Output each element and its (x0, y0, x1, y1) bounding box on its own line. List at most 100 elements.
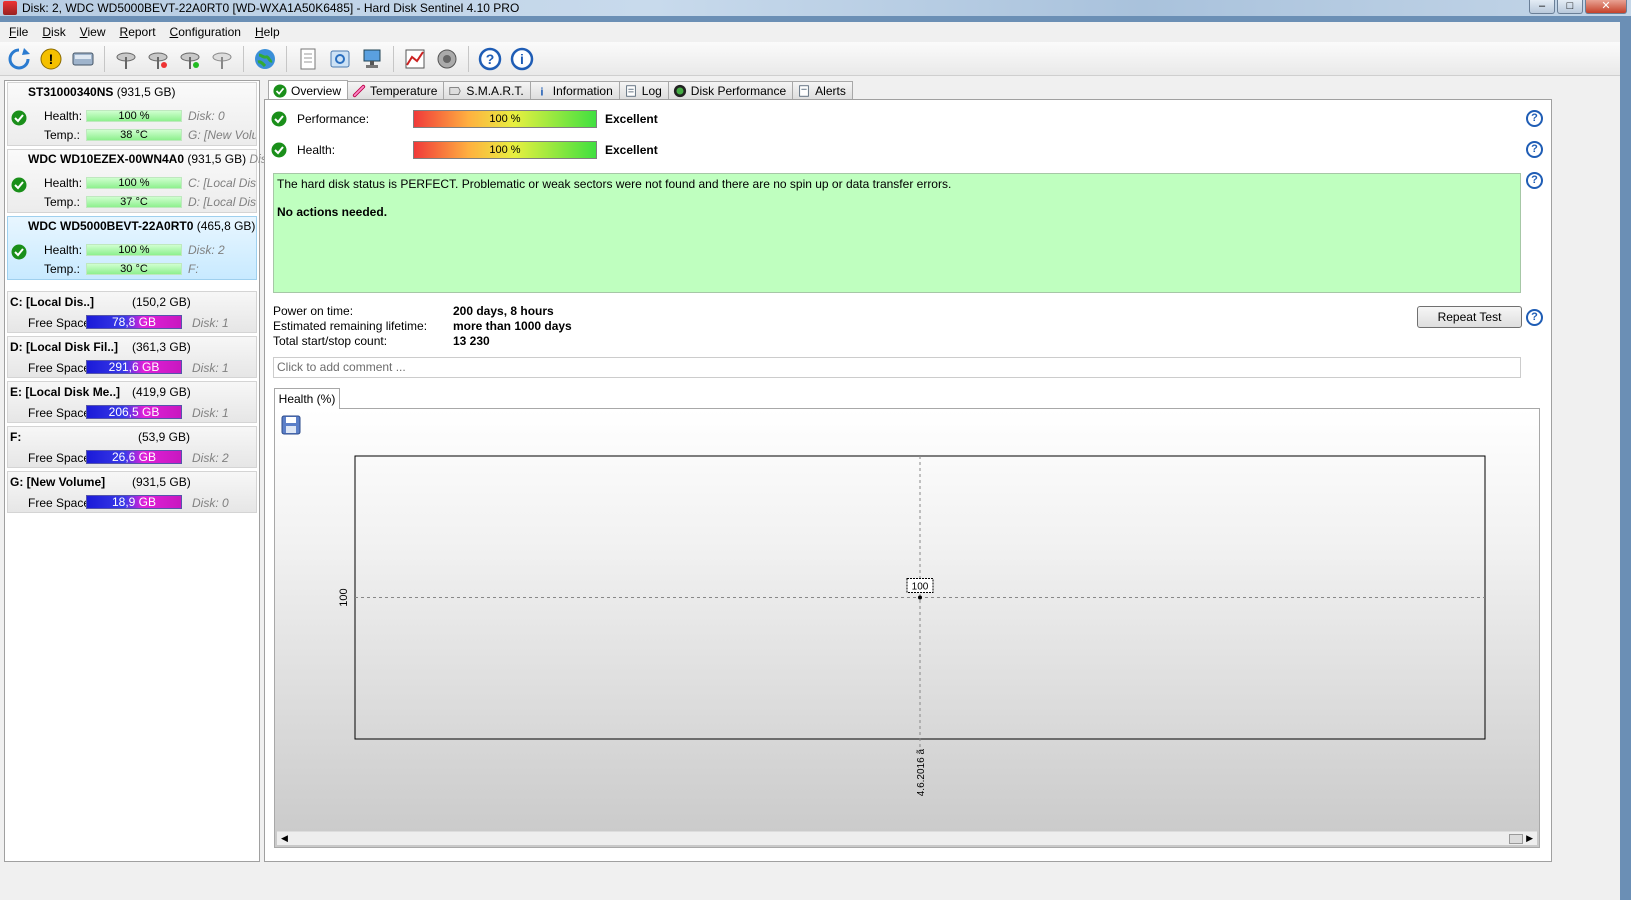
volume-item[interactable]: C: [Local Dis..] (150,2 GB) Free Space 7… (7, 291, 257, 333)
disk-side-info: G: [New Volu (188, 128, 256, 142)
scroll-right-icon[interactable]: ▶ (1526, 833, 1533, 844)
help-icon[interactable]: ? (1526, 309, 1543, 326)
tab-label: Alerts (815, 84, 846, 98)
health-label: Health: (44, 109, 83, 123)
disk-name-line: WDC WD5000BEVT-22A0RT0 (465,8 GB) (28, 219, 255, 233)
sync-icon[interactable] (327, 46, 353, 72)
report-icon[interactable] (295, 46, 321, 72)
menu-bar: File Disk View Report Configuration Help (0, 22, 1620, 42)
tab-label: Overview (291, 83, 342, 98)
disk-item[interactable]: ST31000340NS (931,5 GB) Health: 100 % Di… (7, 82, 257, 146)
svg-text:i: i (520, 51, 524, 67)
temp-bar: 38 °C (86, 129, 182, 141)
help-icon[interactable]: ? (1526, 110, 1543, 127)
minimize-icon[interactable]: – (1529, 0, 1555, 14)
tab-label: S.M.A.R.T. (466, 84, 524, 98)
help-icon[interactable]: ? (1526, 172, 1543, 189)
startstop-label: Total start/stop count: (273, 334, 388, 348)
volume-item[interactable]: F: (53,9 GB) Free Space 26,6 GB Disk: 2 (7, 426, 257, 468)
status-action: No actions needed. (277, 205, 388, 219)
tab-information[interactable]: i Information (529, 81, 620, 100)
performance-status: Excellent (605, 112, 658, 126)
help-icon[interactable]: ? (1526, 141, 1543, 158)
menu-help[interactable]: Help (250, 25, 289, 39)
satellite-gray-icon[interactable] (209, 46, 235, 72)
maximize-icon[interactable]: □ (1557, 0, 1583, 14)
temp-label: Temp.: (44, 262, 81, 276)
network-icon[interactable] (359, 46, 385, 72)
alerts-icon (799, 85, 809, 97)
free-space-label: Free Space (28, 361, 91, 375)
volume-size: (931,5 GB) (132, 475, 191, 489)
x-tick-label: 4.6.2016 ã (916, 749, 927, 797)
tab-log[interactable]: Log (618, 81, 669, 100)
volume-item[interactable]: D: [Local Disk Fil..] (361,3 GB) Free Sp… (7, 336, 257, 378)
y-tick-label: 100 (338, 588, 350, 606)
free-space-bar: 206,5 GB (86, 405, 182, 419)
check-icon (271, 142, 287, 158)
toolbar-separator (243, 45, 244, 72)
tab-temperature[interactable]: Temperature (347, 81, 445, 100)
volume-size: (53,9 GB) (138, 430, 191, 444)
temp-bar: 37 °C (86, 196, 182, 208)
health-chart: 100 100 4.6.2016 ã (338, 455, 1486, 797)
menu-disk[interactable]: Disk (37, 25, 74, 39)
gauge-icon (673, 84, 686, 98)
satellite-icon[interactable] (145, 46, 171, 72)
close-icon[interactable]: ✕ (1585, 0, 1627, 14)
tab-disk-performance[interactable]: Disk Performance (667, 81, 794, 100)
volume-item[interactable]: G: [New Volume] (931,5 GB) Free Space 18… (7, 471, 257, 513)
svg-text:i: i (540, 86, 543, 98)
disk-name: WDC WD10EZEX-00WN4A0 (28, 152, 185, 166)
temp-label: Temp.: (44, 195, 81, 209)
volume-item[interactable]: E: [Local Disk Me..] (419,9 GB) Free Spa… (7, 381, 257, 423)
volume-disk: Disk: 1 (192, 361, 229, 375)
disk-side-info: C: [Local Disk (188, 176, 256, 190)
tab-label: Information (552, 84, 613, 98)
help-icon[interactable]: ? (477, 46, 503, 72)
scroll-thumb[interactable] (1509, 834, 1523, 844)
save-icon[interactable] (281, 415, 301, 435)
comment-field[interactable]: Click to add comment ... (273, 357, 1521, 378)
tab-health-percent[interactable]: Health (%) (274, 388, 340, 409)
tab-smart[interactable]: S.M.A.R.T. (443, 81, 531, 100)
globe-icon[interactable] (252, 46, 278, 72)
disk-side-info: F: (188, 262, 199, 276)
repeat-test-button[interactable]: Repeat Test (1417, 306, 1522, 328)
volume-disk: Disk: 1 (192, 316, 229, 330)
menu-configuration[interactable]: Configuration (165, 25, 250, 39)
check-icon (11, 177, 27, 193)
health-bar: 100 % (413, 141, 597, 159)
horizontal-scrollbar[interactable]: ◀ ▶ (277, 831, 1537, 845)
disk-icon[interactable] (70, 46, 96, 72)
status-text: The hard disk status is PERFECT. Problem… (277, 177, 952, 191)
menu-file[interactable]: File (4, 25, 37, 39)
tab-overview[interactable]: Overview (268, 80, 349, 100)
toolbar-separator (286, 45, 287, 72)
warning-icon[interactable]: ! (38, 46, 64, 72)
health-label: Health: (297, 143, 336, 157)
volume-name: G: [New Volume] (10, 475, 106, 489)
menu-view[interactable]: View (75, 25, 115, 39)
log-icon (625, 85, 636, 97)
disk-item-selected[interactable]: WDC WD5000BEVT-22A0RT0 (465,8 GB) Health… (7, 216, 257, 280)
info-icon[interactable]: i (509, 46, 535, 72)
speaker-icon[interactable] (434, 46, 460, 72)
satellite-green-icon[interactable] (177, 46, 203, 72)
disk-name: ST31000340NS (28, 85, 114, 99)
status-message-box: The hard disk status is PERFECT. Problem… (273, 173, 1521, 293)
volume-size: (150,2 GB) (132, 295, 191, 309)
check-icon (11, 110, 27, 126)
smart-icon (449, 87, 462, 95)
refresh-icon[interactable] (6, 46, 32, 72)
tab-alerts[interactable]: Alerts (792, 81, 853, 100)
data-point (918, 595, 922, 600)
overview-panel: Performance: 100 % Excellent ? Health: 1… (264, 99, 1552, 862)
free-space-label: Free Space (28, 451, 91, 465)
disk-item[interactable]: WDC WD10EZEX-00WN4A0 (931,5 GB) Disk Hea… (7, 149, 273, 213)
menu-report[interactable]: Report (115, 25, 165, 39)
free-space-label: Free Space (28, 316, 91, 330)
graph-icon[interactable] (402, 46, 428, 72)
scroll-left-icon[interactable]: ◀ (281, 833, 288, 844)
satellite-icon[interactable] (113, 46, 139, 72)
